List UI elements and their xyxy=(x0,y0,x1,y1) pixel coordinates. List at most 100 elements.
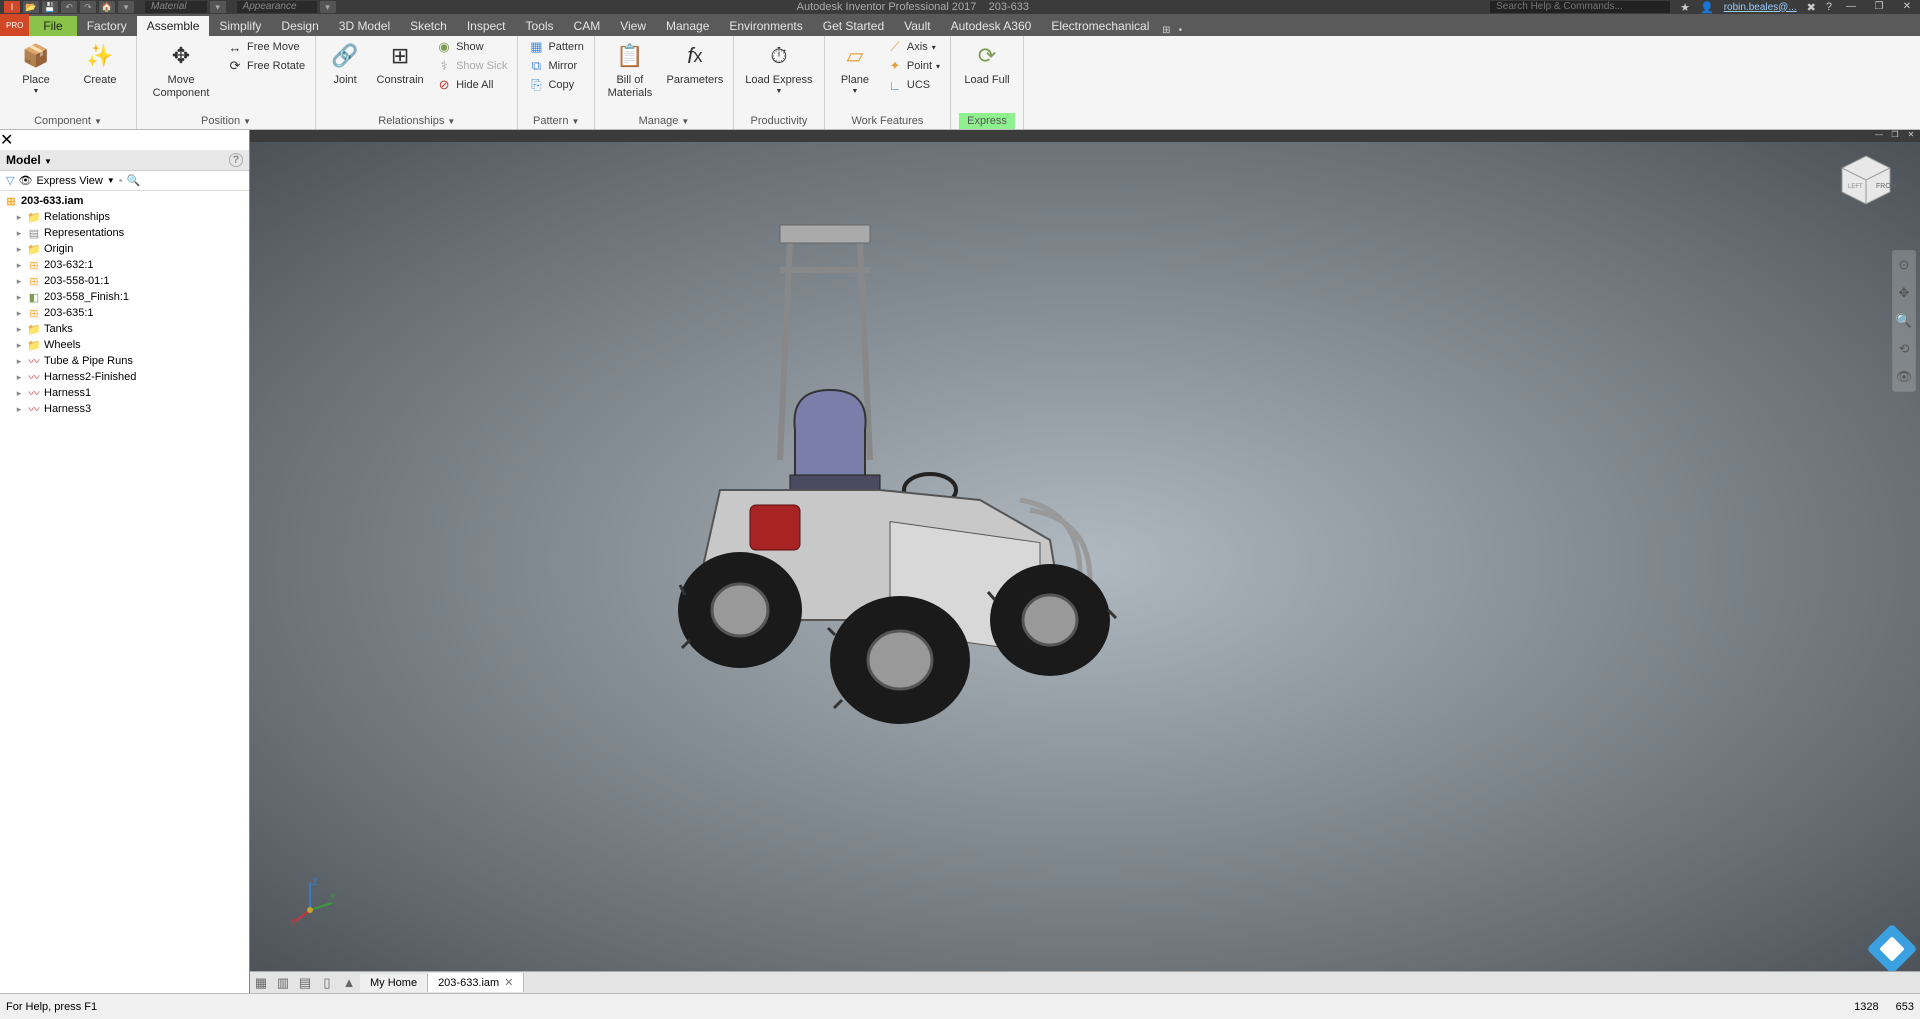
tab-view[interactable]: View xyxy=(610,16,656,36)
expand-icon[interactable]: ▸ xyxy=(14,372,24,383)
expand-icon[interactable]: ▸ xyxy=(14,260,24,271)
free-rotate-button[interactable]: ⟳Free Rotate xyxy=(223,57,309,75)
expand-icon[interactable]: ▸ xyxy=(14,388,24,399)
tree-node[interactable]: ▸〰Harness2-Finished xyxy=(0,369,249,385)
doc-tab-current[interactable]: 203-633.iam ✕ xyxy=(428,973,524,992)
plane-button[interactable]: ▱Plane▼ xyxy=(831,38,879,99)
expand-icon[interactable]: ▸ xyxy=(14,276,24,287)
joint-button[interactable]: 🔗Joint xyxy=(322,38,368,89)
expand-icon[interactable]: ▸ xyxy=(14,340,24,351)
qat-open-icon[interactable]: 📂 xyxy=(23,1,39,13)
tree-node[interactable]: ▸📁Relationships xyxy=(0,209,249,225)
load-full-button[interactable]: ⟳Load Full xyxy=(957,38,1017,89)
copy-button[interactable]: ⎘Copy xyxy=(524,76,587,94)
tab-tools[interactable]: Tools xyxy=(516,16,564,36)
tab-environments[interactable]: Environments xyxy=(719,16,812,36)
show-sick-button[interactable]: ⚕Show Sick xyxy=(432,57,511,75)
tree-node[interactable]: ▸📁Origin xyxy=(0,241,249,257)
find-icon[interactable]: 🔍 xyxy=(127,174,141,187)
expand-icon[interactable]: ▸ xyxy=(14,324,24,335)
move-component-button[interactable]: ✥ Move Component xyxy=(143,38,219,102)
tab-electromechanical[interactable]: Electromechanical xyxy=(1041,16,1159,36)
tab-getstarted[interactable]: Get Started xyxy=(813,16,894,36)
viewport-hsplit-icon[interactable]: ▤ xyxy=(294,972,316,994)
window-restore-icon[interactable]: ❐ xyxy=(1870,1,1888,13)
qat-undo-icon[interactable]: ↶ xyxy=(61,1,77,13)
doc-tab-home[interactable]: My Home xyxy=(360,974,428,992)
appearance-dropdown[interactable]: Appearance xyxy=(237,1,317,13)
viewport-expand-icon[interactable]: ▲ xyxy=(338,972,360,994)
viewport-two-icon[interactable]: ▥ xyxy=(272,972,294,994)
tab-addin-icon[interactable]: ⊞ xyxy=(1159,25,1173,36)
window-close-icon[interactable]: ✕ xyxy=(1898,1,1916,13)
help-search-input[interactable] xyxy=(1490,1,1670,13)
viewport-close-icon[interactable]: ✕ xyxy=(1904,130,1918,140)
place-button[interactable]: 📦 Place▼ xyxy=(6,38,66,99)
create-button[interactable]: ✨ Create xyxy=(70,38,130,89)
qat-sep-icon[interactable]: ▾ xyxy=(210,1,226,13)
parameters-button[interactable]: fxParameters xyxy=(663,38,727,89)
ucs-button[interactable]: ∟UCS xyxy=(883,76,944,94)
tab-inspect[interactable]: Inspect xyxy=(457,16,516,36)
pro-badge[interactable]: PRO xyxy=(0,14,29,36)
browser-close-icon[interactable]: ✕ xyxy=(0,132,13,149)
qat-sep2-icon[interactable]: ▾ xyxy=(320,1,336,13)
tree-node[interactable]: ▸〰Harness1 xyxy=(0,385,249,401)
viewcube[interactable]: FRONT LEFT xyxy=(1836,150,1896,210)
expand-icon[interactable]: ▸ xyxy=(14,212,24,223)
tree-node[interactable]: ▸⊞203-635:1 xyxy=(0,305,249,321)
nav-lookat-icon[interactable]: 👁 xyxy=(1893,363,1915,391)
expand-icon[interactable]: ▸ xyxy=(14,244,24,255)
signin-icon[interactable]: 👤 xyxy=(1700,1,1714,14)
tree-root[interactable]: ⊞ 203-633.iam xyxy=(0,193,249,209)
corner-logo-icon[interactable] xyxy=(1867,924,1918,975)
tree-node[interactable]: ▸◧203-558_Finish:1 xyxy=(0,289,249,305)
window-minimize-icon[interactable]: — xyxy=(1842,1,1860,13)
expand-icon[interactable]: ▸ xyxy=(14,356,24,367)
tab-simplify[interactable]: Simplify xyxy=(209,16,271,36)
viewport-vsplit-icon[interactable]: ▯ xyxy=(316,972,338,994)
tab-a360[interactable]: Autodesk A360 xyxy=(941,16,1042,36)
user-account-link[interactable]: robin.beales@... xyxy=(1724,2,1797,13)
axis-button[interactable]: ⟋Axis ▾ xyxy=(883,38,944,56)
tree-node[interactable]: ▸📁Tanks xyxy=(0,321,249,337)
doc-tab-close-icon[interactable]: ✕ xyxy=(504,976,513,989)
tab-3dmodel[interactable]: 3D Model xyxy=(329,16,400,36)
tab-overflow-icon[interactable]: • xyxy=(1173,25,1187,36)
filter-icon[interactable]: ▽ xyxy=(6,174,14,187)
qat-dropdown-icon[interactable]: ▾ xyxy=(118,1,134,13)
nav-pan-icon[interactable]: ✥ xyxy=(1893,279,1915,307)
expand-icon[interactable]: ▸ xyxy=(14,292,24,303)
viewport-single-icon[interactable]: ▦ xyxy=(250,972,272,994)
tree-node[interactable]: ▸📁Wheels xyxy=(0,337,249,353)
browser-view-row[interactable]: ▽ 👁 Express View ▼ • 🔍 xyxy=(0,171,249,191)
qat-save-icon[interactable]: 💾 xyxy=(42,1,58,13)
nav-orbit-icon[interactable]: ⟲ xyxy=(1893,335,1915,363)
tab-manage[interactable]: Manage xyxy=(656,16,719,36)
pattern-button[interactable]: ▦Pattern xyxy=(524,38,587,56)
graphics-viewport[interactable]: — ❐ ✕ FRONT LEFT ⊙ ✥ 🔍 ⟲ 👁 xyxy=(250,130,1920,993)
tab-file[interactable]: File xyxy=(29,16,76,36)
help-icon[interactable]: ? xyxy=(1826,1,1832,13)
viewport-restore-icon[interactable]: ❐ xyxy=(1888,130,1902,140)
tree-node[interactable]: ▸⊞203-632:1 xyxy=(0,257,249,273)
mirror-button[interactable]: ⧉Mirror xyxy=(524,57,587,75)
tree-node[interactable]: ▸⊞203-558-01:1 xyxy=(0,273,249,289)
browser-header[interactable]: Model ▼ ? xyxy=(0,150,249,171)
qat-redo-icon[interactable]: ↷ xyxy=(80,1,96,13)
tree-node[interactable]: ▸▤Representations xyxy=(0,225,249,241)
show-button[interactable]: ◉Show xyxy=(432,38,511,56)
tab-design[interactable]: Design xyxy=(271,16,328,36)
bom-button[interactable]: 📋Bill of Materials xyxy=(601,38,659,102)
favorite-icon[interactable]: ✖ xyxy=(1807,1,1816,14)
load-express-button[interactable]: ⏱Load Express▼ xyxy=(740,38,818,99)
material-dropdown[interactable]: Material xyxy=(145,1,207,13)
tab-vault[interactable]: Vault xyxy=(894,16,940,36)
nav-zoom-icon[interactable]: 🔍 xyxy=(1893,307,1915,335)
tab-assemble[interactable]: Assemble xyxy=(137,16,210,36)
expand-icon[interactable]: ▸ xyxy=(14,228,24,239)
tab-cam[interactable]: CAM xyxy=(564,16,611,36)
tab-sketch[interactable]: Sketch xyxy=(400,16,457,36)
tree-node[interactable]: ▸〰Tube & Pipe Runs xyxy=(0,353,249,369)
browser-help-icon[interactable]: ? xyxy=(229,153,243,167)
